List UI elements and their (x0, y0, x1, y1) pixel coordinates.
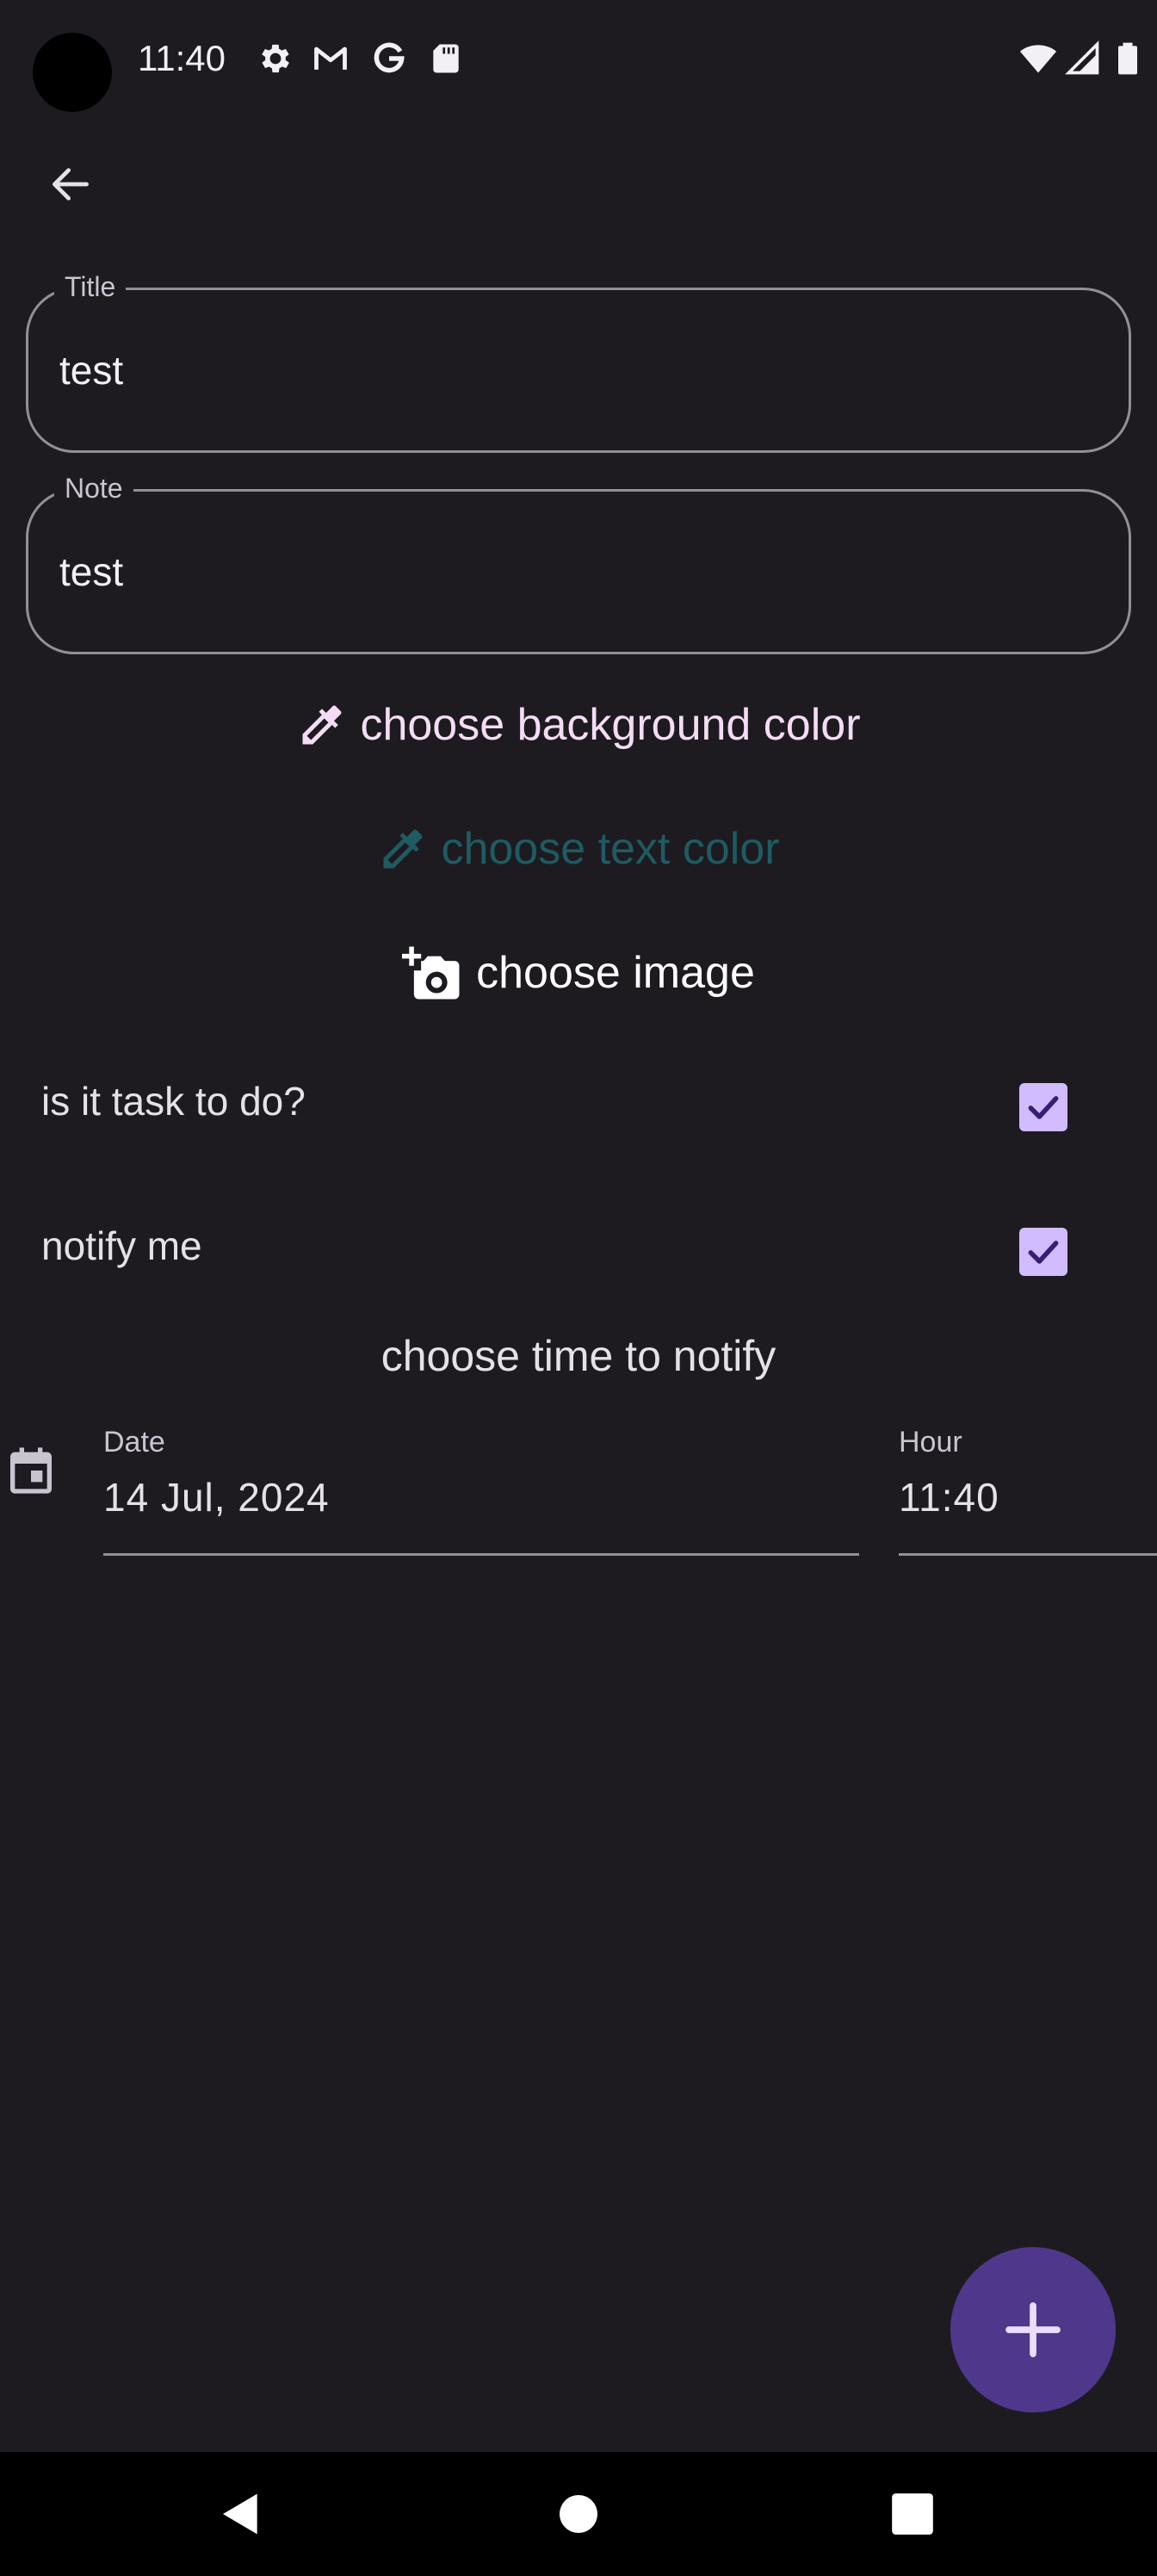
note-field-value: test (59, 549, 124, 594)
status-time: 11:40 (138, 38, 226, 78)
title-field-value: test (59, 348, 124, 393)
hour-field-value: 11:40 (899, 1475, 999, 1520)
back-button[interactable] (38, 152, 103, 217)
back-triangle-icon (223, 2493, 257, 2535)
note-field-label: Note (54, 473, 133, 505)
plus-icon (1005, 2302, 1061, 2357)
nav-back-button[interactable] (217, 2488, 265, 2540)
wifi-icon (1019, 40, 1057, 77)
calendar-icon[interactable] (3, 1443, 59, 1498)
date-field[interactable]: Date 14 Jul, 2024 (103, 1422, 859, 1557)
recents-square-icon (892, 2493, 933, 2535)
date-field-label: Date (103, 1426, 165, 1458)
system-nav-bar (0, 2452, 1157, 2576)
sd-card-icon (427, 40, 465, 77)
choose-image-button[interactable]: choose image (0, 937, 1157, 1009)
task-checkbox[interactable] (1019, 1083, 1067, 1131)
settings-icon (257, 40, 294, 77)
choose-background-color-button[interactable]: choose background color (0, 689, 1157, 761)
date-field-underline (103, 1553, 859, 1556)
home-circle-icon (560, 2495, 597, 2533)
eyedropper-icon (383, 829, 423, 869)
check-icon (1028, 1241, 1059, 1264)
notify-section-title: choose time to notify (381, 1332, 776, 1380)
status-bar: 11:40 (0, 0, 1157, 121)
check-icon (1028, 1096, 1059, 1119)
add-note-fab[interactable] (950, 2247, 1116, 2412)
choose-background-color-label: choose background color (360, 700, 861, 750)
title-field[interactable]: Title test (26, 271, 1131, 453)
signal-icon (1064, 40, 1102, 77)
choose-image-label: choose image (476, 948, 755, 998)
notify-checkbox[interactable] (1019, 1228, 1067, 1276)
notify-toggle-label: notify me (41, 1223, 202, 1268)
hour-field-underline (899, 1553, 1157, 1556)
avatar (33, 33, 112, 112)
title-field-label: Title (54, 271, 127, 303)
note-field[interactable]: Note test (26, 473, 1131, 654)
add-a-photo-icon (402, 946, 460, 1000)
arrow-back-icon (53, 168, 89, 201)
eyedropper-icon (302, 705, 342, 745)
choose-text-color-button[interactable]: choose text color (0, 813, 1157, 885)
hour-field-label: Hour (899, 1426, 962, 1458)
hour-field[interactable]: Hour 11:40 (899, 1422, 1157, 1557)
nav-recents-button[interactable] (890, 2492, 935, 2536)
nav-home-button[interactable] (558, 2488, 599, 2540)
date-field-value: 14 Jul, 2024 (103, 1475, 330, 1520)
battery-icon (1109, 40, 1147, 77)
task-toggle-label: is it task to do? (41, 1079, 306, 1124)
choose-text-color-label: choose text color (441, 824, 780, 874)
google-icon (370, 40, 408, 77)
gmail-icon (312, 40, 350, 77)
